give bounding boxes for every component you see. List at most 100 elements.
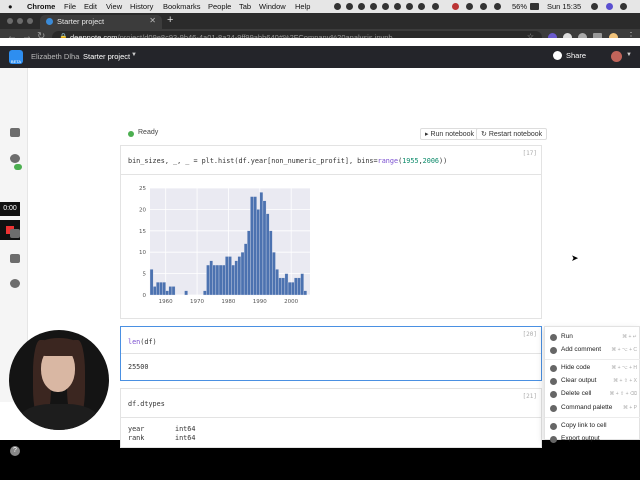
siri-icon[interactable] — [606, 3, 613, 10]
tray-icon[interactable] — [358, 3, 365, 10]
trash-icon — [550, 391, 557, 398]
app-header: BETA Elizabeth Dlha Starter project ▼ Sh… — [0, 46, 640, 68]
tray-icon[interactable] — [382, 3, 389, 10]
histogram-bar — [203, 290, 207, 296]
histogram-bar — [218, 264, 223, 296]
share-icon — [553, 51, 562, 60]
link-icon — [550, 423, 557, 430]
chevron-down-icon[interactable]: ▼ — [626, 52, 632, 58]
tab-title: Starter project — [57, 17, 105, 26]
menu-item-add-comment[interactable]: Add comment ⌘ + ⌥ + C — [545, 344, 640, 357]
notebook-cell-selected[interactable]: [20] len(df) 25500 — [120, 326, 542, 381]
browser-tab[interactable]: Starter project ✕ — [40, 15, 162, 29]
menu-bookmarks[interactable]: Bookmarks — [163, 2, 201, 11]
histogram-bar — [237, 256, 242, 296]
files-icon[interactable] — [10, 128, 20, 137]
new-tab-icon[interactable]: + — [167, 14, 173, 26]
menu-tab[interactable]: Tab — [239, 2, 251, 11]
x-tick-label: 1980 — [221, 299, 235, 305]
histogram-bar — [152, 286, 157, 296]
x-tick-label: 1970 — [190, 299, 204, 305]
histogram-bar — [287, 282, 292, 296]
execution-count: [21] — [522, 393, 537, 400]
y-tick-label: 10 — [139, 250, 146, 256]
window-close-control[interactable] — [7, 18, 13, 24]
clear-icon — [550, 378, 557, 385]
display-icon[interactable] — [480, 3, 487, 10]
menu-help[interactable]: Help — [295, 2, 310, 11]
avatar[interactable] — [611, 51, 622, 62]
apple-icon[interactable]: ● — [8, 2, 13, 11]
export-icon — [550, 436, 557, 443]
cell-code[interactable]: df.dtypes — [128, 400, 165, 408]
tray-icon[interactable] — [346, 3, 353, 10]
notebook-cell[interactable]: [21] df.dtypes year int64 rank int64 — [120, 388, 542, 448]
menu-item-copy-link[interactable]: Copy link to cell — [545, 420, 640, 433]
menu-item-delete-cell[interactable]: Delete cell ⌘ + ⇧ + ⌫ — [545, 388, 640, 401]
menubar-clock[interactable]: Sun 15:35 — [547, 2, 581, 11]
tray-icon[interactable] — [370, 3, 377, 10]
histogram-bar — [262, 200, 267, 296]
help-icon[interactable]: ? — [10, 446, 20, 456]
ready-status-icon — [128, 131, 134, 137]
tray-icon[interactable] — [394, 3, 401, 10]
menu-file[interactable]: File — [64, 2, 76, 11]
menu-item-command-palette[interactable]: Command palette ⌘ + P — [545, 402, 640, 415]
histogram-bar — [278, 277, 282, 296]
dtype-value: int64 — [175, 425, 196, 433]
restart-notebook-button[interactable]: ↻ Restart notebook — [476, 128, 548, 140]
histogram-bar — [247, 230, 251, 296]
flag-icon[interactable] — [452, 3, 459, 10]
histogram-bar — [215, 264, 220, 296]
histogram-bar — [156, 282, 160, 296]
cell-divider — [121, 353, 541, 354]
cell-code[interactable]: len(df) — [128, 338, 157, 346]
menu-item-clear-output[interactable]: Clear output ⌘ + ⇧ + X — [545, 375, 640, 388]
notification-center-icon[interactable] — [620, 3, 627, 10]
command-icon — [550, 405, 557, 412]
menu-view[interactable]: View — [106, 2, 122, 11]
histogram-bar — [162, 282, 166, 296]
menu-history[interactable]: History — [130, 2, 153, 11]
deepnote-logo[interactable]: BETA — [9, 50, 23, 64]
menu-people[interactable]: People — [208, 2, 231, 11]
wifi-icon[interactable] — [494, 3, 501, 10]
run-notebook-button[interactable]: ▸ Run notebook — [420, 128, 480, 140]
window-minimize-control[interactable] — [17, 18, 23, 24]
histogram-bar — [272, 252, 276, 296]
project-title[interactable]: Starter project — [83, 52, 130, 61]
histogram-bar — [171, 286, 176, 296]
menu-item-export-output[interactable]: Export output — [545, 433, 640, 446]
y-tick-label: 5 — [143, 272, 147, 278]
comments-icon[interactable] — [10, 254, 20, 263]
bluetooth-icon[interactable] — [466, 3, 473, 10]
histogram-bar — [281, 277, 286, 296]
menu-item-run[interactable]: Run ⌘ + ↵ — [545, 331, 640, 344]
histogram-bar — [149, 269, 154, 296]
window-zoom-control[interactable] — [27, 18, 33, 24]
tray-icon[interactable] — [418, 3, 425, 10]
terminal-icon[interactable] — [10, 229, 20, 238]
menu-edit[interactable]: Edit — [84, 2, 97, 11]
histogram-bar — [297, 277, 301, 296]
cell-code[interactable]: bin_sizes, _, _ = plt.hist(df.year[non_n… — [128, 157, 447, 165]
eye-off-icon — [550, 365, 557, 372]
clock-icon[interactable] — [432, 3, 439, 10]
tray-icon[interactable] — [406, 3, 413, 10]
environment-icon[interactable] — [10, 154, 20, 163]
share-button[interactable]: Share — [553, 51, 586, 60]
history-icon[interactable] — [10, 279, 20, 288]
menu-window[interactable]: Window — [259, 2, 286, 11]
tab-close-icon[interactable]: ✕ — [149, 16, 156, 25]
menu-item-hide-code[interactable]: Hide code ⌘ + ⌥ + H — [545, 362, 640, 375]
dtype-name: year — [128, 425, 145, 433]
app-menu[interactable]: Chrome — [27, 2, 55, 11]
histogram-bar — [228, 256, 232, 296]
y-tick-label: 15 — [139, 229, 146, 235]
battery-icon[interactable] — [530, 3, 539, 10]
search-icon[interactable] — [591, 3, 598, 10]
workspace-user-name[interactable]: Elizabeth Dlha — [31, 52, 79, 61]
tray-icon[interactable] — [334, 3, 341, 10]
notebook-cell[interactable]: [17] bin_sizes, _, _ = plt.hist(df.year[… — [120, 145, 542, 319]
chevron-down-icon[interactable]: ▼ — [131, 52, 137, 58]
